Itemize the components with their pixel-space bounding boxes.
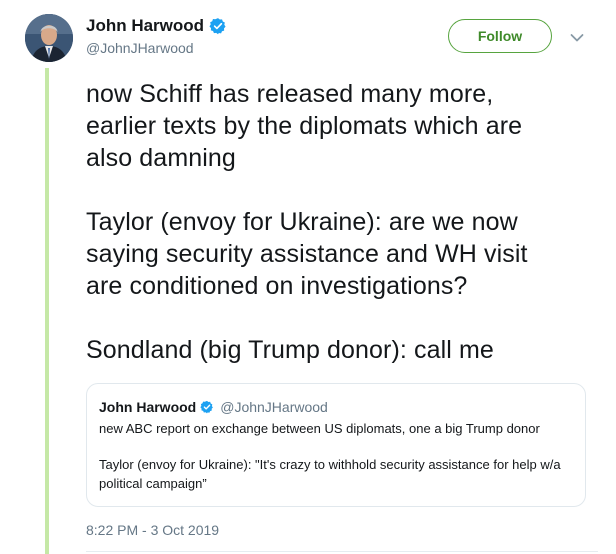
thread-line bbox=[45, 68, 49, 554]
divider bbox=[86, 551, 598, 552]
quoted-tweet-card[interactable]: John Harwood @JohnJHarwood new ABC repor… bbox=[86, 383, 586, 507]
author-block: John Harwood @JohnJHarwood bbox=[86, 14, 227, 56]
author-name-row: John Harwood bbox=[86, 14, 227, 38]
quoted-tweet-paragraph: Taylor (envoy for Ukraine): "It's crazy … bbox=[99, 457, 561, 491]
follow-button[interactable]: Follow bbox=[448, 19, 552, 53]
author-name[interactable]: John Harwood bbox=[86, 16, 204, 36]
tweet-timestamp[interactable]: 8:22 PM - 3 Oct 2019 bbox=[86, 522, 219, 538]
quoted-tweet-header: John Harwood @JohnJHarwood bbox=[99, 398, 573, 416]
tweet-paragraph: now Schiff has released many more, earli… bbox=[86, 80, 523, 172]
verified-badge-icon bbox=[200, 400, 214, 414]
tweet-text: now Schiff has released many more, earli… bbox=[86, 78, 596, 366]
verified-badge-icon bbox=[209, 17, 227, 35]
tweet: John Harwood @JohnJHarwood Follow now Sc… bbox=[0, 0, 616, 554]
avatar-photo bbox=[25, 14, 73, 62]
tweet-paragraph: Taylor (envoy for Ukraine): are we now s… bbox=[86, 208, 528, 300]
quoted-tweet-text: new ABC report on exchange between US di… bbox=[99, 419, 573, 493]
quoted-author-name: John Harwood bbox=[99, 399, 197, 415]
author-handle[interactable]: @JohnJHarwood bbox=[86, 40, 227, 56]
avatar[interactable] bbox=[25, 14, 73, 62]
quoted-tweet-paragraph: new ABC report on exchange between US di… bbox=[99, 421, 540, 436]
tweet-paragraph: Sondland (big Trump donor): call me bbox=[86, 336, 494, 364]
chevron-down-icon[interactable] bbox=[570, 30, 584, 42]
quoted-author-handle: @JohnJHarwood bbox=[220, 399, 328, 415]
